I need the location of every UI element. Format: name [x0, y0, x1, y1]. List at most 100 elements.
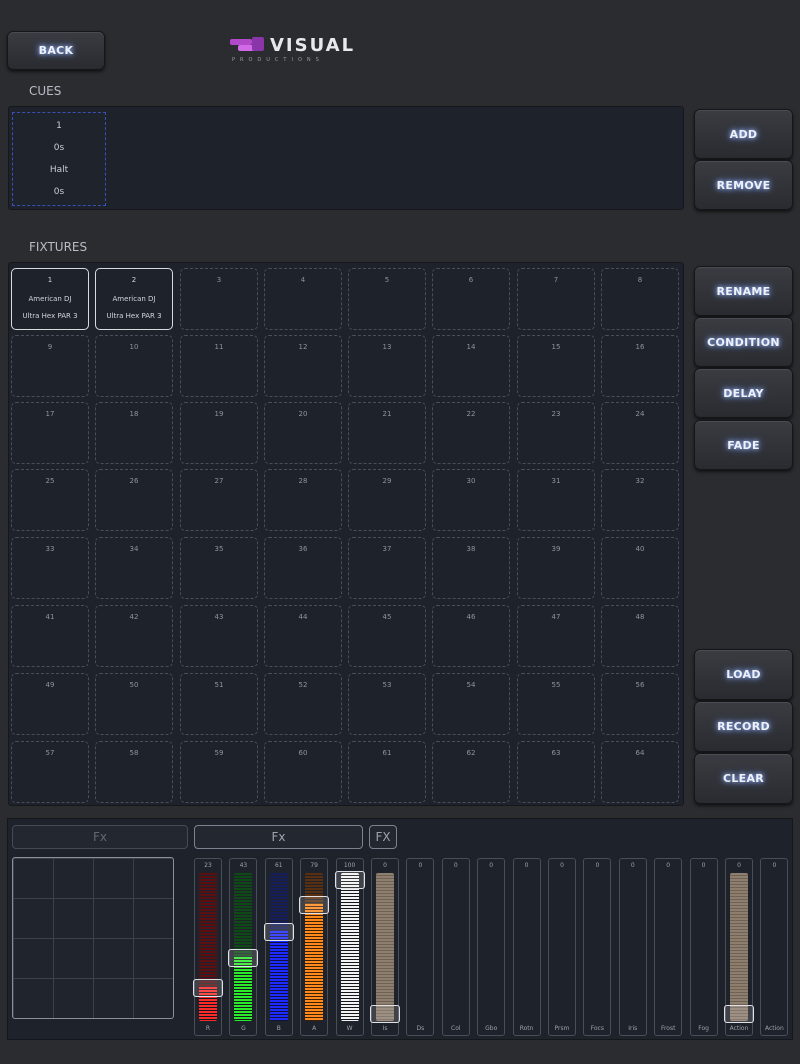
channel-fader[interactable]: 0 Action — [760, 858, 789, 1036]
channel-fader[interactable]: 43 G — [228, 858, 259, 1036]
fixture-slot[interactable]: 2 American DJ Ultra Hex PAR 3 — [95, 268, 173, 330]
fixture-slot[interactable]: 53 — [348, 673, 426, 735]
fader-handle[interactable] — [370, 1005, 400, 1023]
memory-action-button[interactable]: LOAD — [694, 649, 793, 700]
pan-tilt-pad[interactable] — [12, 857, 174, 1019]
fixture-slot[interactable]: 12 — [264, 335, 342, 397]
fx-tab-3[interactable]: FX — [369, 825, 397, 849]
fixture-slot[interactable]: 41 — [11, 605, 89, 667]
fixture-slot[interactable]: 32 — [601, 469, 679, 531]
fixture-slot[interactable]: 15 — [517, 335, 595, 397]
fixture-slot[interactable]: 20 — [264, 402, 342, 464]
fixture-slot[interactable]: 14 — [432, 335, 510, 397]
fixture-slot[interactable]: 3 — [180, 268, 258, 330]
fixture-slot[interactable]: 40 — [601, 537, 679, 599]
fixture-slot[interactable]: 60 — [264, 741, 342, 803]
channel-fader[interactable]: 0 Ds — [406, 858, 435, 1036]
fixture-slot[interactable]: 22 — [432, 402, 510, 464]
fixture-slot[interactable]: 61 — [348, 741, 426, 803]
fixture-slot[interactable]: 43 — [180, 605, 258, 667]
channel-fader[interactable]: 0 Rotn — [512, 858, 541, 1036]
fixture-slot[interactable]: 57 — [11, 741, 89, 803]
fixture-slot[interactable]: 29 — [348, 469, 426, 531]
fixture-slot[interactable]: 5 — [348, 268, 426, 330]
fixture-slot[interactable]: 39 — [517, 537, 595, 599]
fixture-slot[interactable]: 19 — [180, 402, 258, 464]
fixture-slot[interactable]: 36 — [264, 537, 342, 599]
fixture-slot[interactable]: 38 — [432, 537, 510, 599]
fixture-slot[interactable]: 54 — [432, 673, 510, 735]
channel-fader[interactable]: 61 B — [263, 858, 294, 1036]
fixture-slot[interactable]: 4 — [264, 268, 342, 330]
fx-tab-2[interactable]: Fx — [194, 825, 363, 849]
fixture-slot[interactable]: 8 — [601, 268, 679, 330]
channel-fader[interactable]: 0 Gbo — [477, 858, 506, 1036]
fixture-slot[interactable]: 59 — [180, 741, 258, 803]
fixture-slot[interactable]: 45 — [348, 605, 426, 667]
fixture-slot[interactable]: 58 — [95, 741, 173, 803]
fader-handle[interactable] — [263, 922, 294, 941]
fixture-slot[interactable]: 28 — [264, 469, 342, 531]
fixture-slot[interactable]: 37 — [348, 537, 426, 599]
channel-fader[interactable]: 79 A — [299, 858, 330, 1036]
fixture-slot[interactable]: 6 — [432, 268, 510, 330]
fixture-slot[interactable]: 25 — [11, 469, 89, 531]
fixture-slot[interactable]: 26 — [95, 469, 173, 531]
fixture-slot[interactable]: 47 — [517, 605, 595, 667]
fixture-slot[interactable]: 34 — [95, 537, 173, 599]
channel-fader[interactable]: 100 W — [334, 858, 365, 1036]
fixture-slot[interactable]: 50 — [95, 673, 173, 735]
fixture-action-button[interactable]: CONDITION — [694, 317, 793, 367]
fader-handle[interactable] — [334, 871, 365, 889]
fader-handle[interactable] — [193, 978, 223, 997]
channel-fader[interactable]: 0 Action — [724, 858, 754, 1036]
cue-item[interactable]: 1 0s Halt 0s — [12, 112, 106, 206]
fixture-slot[interactable]: 16 — [601, 335, 679, 397]
fixture-slot[interactable]: 63 — [517, 741, 595, 803]
fixture-slot[interactable]: 51 — [180, 673, 258, 735]
fixture-slot[interactable]: 23 — [517, 402, 595, 464]
fixture-slot[interactable]: 13 — [348, 335, 426, 397]
channel-fader[interactable]: 0 Fog — [689, 858, 718, 1036]
fixture-slot[interactable]: 49 — [11, 673, 89, 735]
memory-action-button[interactable]: RECORD — [694, 701, 793, 752]
fixture-slot[interactable]: 52 — [264, 673, 342, 735]
fixture-slot[interactable]: 24 — [601, 402, 679, 464]
fixture-slot[interactable]: 42 — [95, 605, 173, 667]
channel-fader[interactable]: 0 Col — [441, 858, 470, 1036]
fixture-slot[interactable]: 62 — [432, 741, 510, 803]
fixture-slot[interactable]: 56 — [601, 673, 679, 735]
channel-fader[interactable]: 0 Focs — [583, 858, 612, 1036]
fixture-slot[interactable]: 48 — [601, 605, 679, 667]
channel-fader[interactable]: 0 Is — [370, 858, 400, 1036]
fixture-slot[interactable]: 18 — [95, 402, 173, 464]
fixture-slot[interactable]: 30 — [432, 469, 510, 531]
fixture-slot[interactable]: 46 — [432, 605, 510, 667]
fixture-slot[interactable]: 35 — [180, 537, 258, 599]
channel-fader[interactable]: 0 Prsm — [548, 858, 576, 1036]
fixture-slot[interactable]: 9 — [11, 335, 89, 397]
remove-button[interactable]: REMOVE — [694, 160, 793, 210]
fixture-slot[interactable]: 33 — [11, 537, 89, 599]
cue-list[interactable] — [8, 106, 684, 210]
fixture-slot[interactable]: 55 — [517, 673, 595, 735]
fixture-action-button[interactable]: RENAME — [694, 266, 793, 316]
fixture-slot[interactable]: 11 — [180, 335, 258, 397]
back-button[interactable]: BACK — [7, 31, 105, 70]
fixture-slot[interactable]: 27 — [180, 469, 258, 531]
fixture-slot[interactable]: 7 — [517, 268, 595, 330]
fixture-slot[interactable]: 21 — [348, 402, 426, 464]
fixture-slot[interactable]: 64 — [601, 741, 679, 803]
fixture-slot[interactable]: 31 — [517, 469, 595, 531]
fixture-action-button[interactable]: FADE — [694, 420, 793, 470]
add-button[interactable]: ADD — [694, 109, 793, 159]
fader-handle[interactable] — [299, 896, 330, 915]
channel-fader[interactable]: 0 Iris — [618, 858, 647, 1036]
channel-fader[interactable]: 0 Frost — [654, 858, 683, 1036]
fixture-slot[interactable]: 17 — [11, 402, 89, 464]
memory-action-button[interactable]: CLEAR — [694, 753, 793, 804]
fader-handle[interactable] — [724, 1005, 754, 1023]
channel-fader[interactable]: 23 R — [193, 858, 223, 1036]
fixture-slot[interactable]: 44 — [264, 605, 342, 667]
fader-handle[interactable] — [228, 949, 259, 968]
